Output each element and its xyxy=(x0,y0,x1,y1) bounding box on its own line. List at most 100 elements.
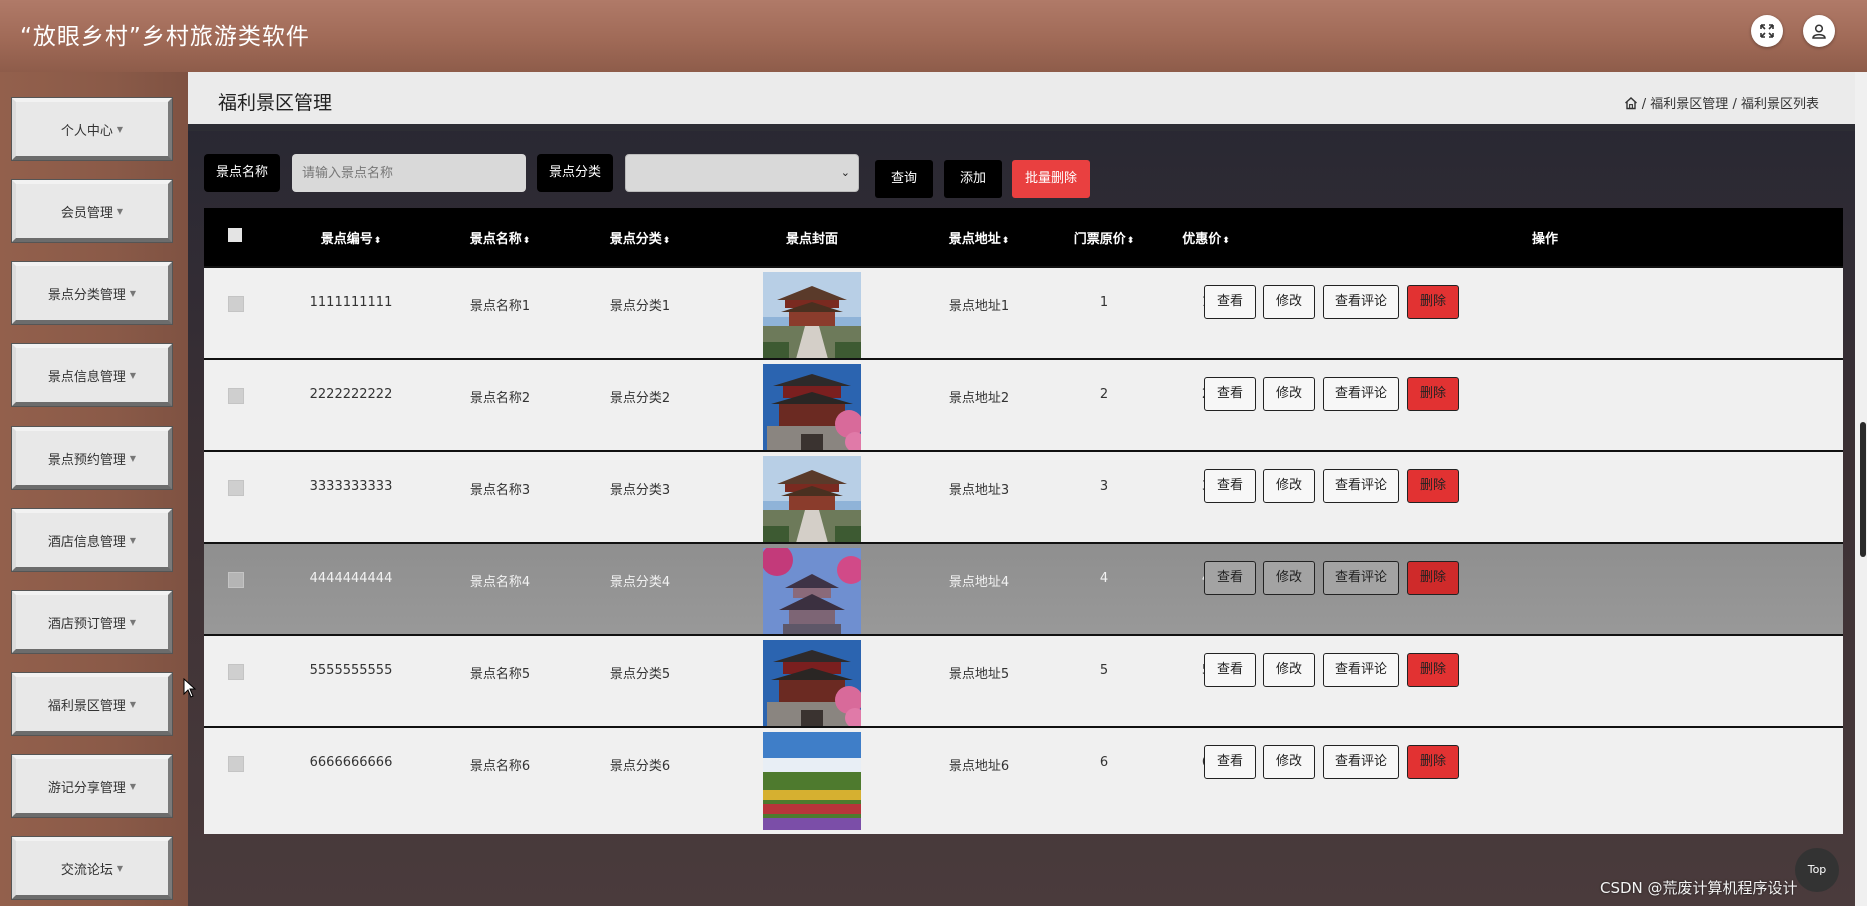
row-checkbox[interactable] xyxy=(228,664,244,680)
view-comments-button[interactable]: 查看评论 xyxy=(1323,745,1399,779)
caret-down-icon: ▼ xyxy=(129,288,137,298)
th-discount-price-label: 优惠价 xyxy=(1182,232,1222,247)
watermark-text: CSDN @荒废计算机程序设计 xyxy=(1600,879,1798,897)
scrollbar-thumb[interactable] xyxy=(1860,422,1866,557)
sidebar-item-hotel-booking[interactable]: 酒店预订管理 ▼ xyxy=(11,590,173,654)
sidebar-item-spot-categories[interactable]: 景点分类管理 ▼ xyxy=(11,261,173,325)
view-button[interactable]: 查看 xyxy=(1204,653,1256,687)
caret-down-icon: ▼ xyxy=(116,124,124,134)
th-code[interactable]: 景点编号⬍ xyxy=(321,228,382,247)
add-button[interactable]: 添加 xyxy=(944,160,1002,198)
th-category-label: 景点分类 xyxy=(609,232,662,247)
page-header: 福利景区管理 / 福利景区管理 / 福利景区列表 xyxy=(188,72,1857,131)
edit-button[interactable]: 修改 xyxy=(1263,653,1315,687)
delete-button[interactable]: 删除 xyxy=(1407,653,1459,687)
th-name[interactable]: 景点名称⬍ xyxy=(470,228,531,247)
view-comments-button[interactable]: 查看评论 xyxy=(1323,285,1399,319)
user-icon xyxy=(1812,24,1826,39)
view-button[interactable]: 查看 xyxy=(1204,561,1256,595)
table-row[interactable]: 6666666666景点名称6景点分类6景点地址666 查看修改查看评论删除 xyxy=(204,726,1843,834)
caret-down-icon: ▼ xyxy=(129,699,137,709)
sidebar: 个人中心 ▼ 会员管理 ▼ 景点分类管理 ▼ 景点信息管理 ▼ 景点预约管理 ▼ 酒店信息… xyxy=(0,72,188,906)
edit-button[interactable]: 修改 xyxy=(1263,469,1315,503)
user-menu-button[interactable] xyxy=(1803,15,1835,47)
cell-name: 景点名称3 xyxy=(469,483,531,498)
sort-icon: ⬍ xyxy=(1001,236,1010,246)
th-address[interactable]: 景点地址⬍ xyxy=(949,228,1010,247)
cell-original-price: 6 xyxy=(1099,755,1109,770)
page-scrollbar[interactable] xyxy=(1855,72,1867,906)
row-checkbox[interactable] xyxy=(228,480,244,496)
sidebar-item-spot-info[interactable]: 景点信息管理 ▼ xyxy=(11,343,173,407)
fullscreen-button[interactable] xyxy=(1751,15,1783,47)
caret-down-icon: ▼ xyxy=(129,453,137,463)
select-all-checkbox[interactable] xyxy=(228,228,242,242)
sidebar-item-label: 景点预约管理 xyxy=(47,452,126,468)
view-button[interactable]: 查看 xyxy=(1204,745,1256,779)
delete-button[interactable]: 删除 xyxy=(1407,285,1459,319)
cell-name: 景点名称5 xyxy=(469,667,531,682)
breadcrumb: / 福利景区管理 / 福利景区列表 xyxy=(1624,93,1819,112)
cell-category: 景点分类4 xyxy=(609,575,671,590)
view-comments-button[interactable]: 查看评论 xyxy=(1323,377,1399,411)
delete-button[interactable]: 删除 xyxy=(1407,745,1459,779)
spot-category-select[interactable]: ⌄ xyxy=(625,154,859,192)
top-header: “放眼乡村”乡村旅游类软件 xyxy=(0,0,1867,72)
row-checkbox[interactable] xyxy=(228,388,244,404)
edit-button[interactable]: 修改 xyxy=(1263,561,1315,595)
th-discount-price[interactable]: 优惠价⬍ xyxy=(1182,228,1230,247)
home-icon[interactable] xyxy=(1624,96,1638,110)
edit-button[interactable]: 修改 xyxy=(1263,285,1315,319)
spot-name-label: 景点名称 xyxy=(204,154,281,192)
query-button[interactable]: 查询 xyxy=(875,160,933,198)
caret-down-icon: ▼ xyxy=(129,781,137,791)
view-button[interactable]: 查看 xyxy=(1204,377,1256,411)
sidebar-item-travel-notes[interactable]: 游记分享管理 ▼ xyxy=(11,754,173,818)
th-category[interactable]: 景点分类⬍ xyxy=(610,228,671,247)
view-comments-button[interactable]: 查看评论 xyxy=(1323,653,1399,687)
cover-thumbnail[interactable] xyxy=(763,456,861,554)
cover-thumbnail[interactable] xyxy=(763,364,861,462)
row-checkbox[interactable] xyxy=(228,756,244,772)
th-cover: 景点封面 xyxy=(785,232,839,247)
cover-thumbnail[interactable] xyxy=(763,732,861,830)
view-comments-button[interactable]: 查看评论 xyxy=(1323,469,1399,503)
view-button[interactable]: 查看 xyxy=(1204,285,1256,319)
sidebar-item-welfare-spots[interactable]: 福利景区管理 ▼ xyxy=(11,672,173,736)
th-original-price[interactable]: 门票原价⬍ xyxy=(1074,228,1135,247)
sidebar-item-label: 会员管理 xyxy=(60,205,113,221)
sidebar-item-personal-center[interactable]: 个人中心 ▼ xyxy=(11,97,173,161)
cell-name: 景点名称6 xyxy=(469,759,531,774)
sidebar-item-spot-booking[interactable]: 景点预约管理 ▼ xyxy=(11,426,173,490)
cell-code: 1111111111 xyxy=(309,295,393,310)
cell-code: 4444444444 xyxy=(309,571,393,586)
cell-category: 景点分类5 xyxy=(609,667,671,682)
edit-button[interactable]: 修改 xyxy=(1263,377,1315,411)
edit-button[interactable]: 修改 xyxy=(1263,745,1315,779)
delete-button[interactable]: 删除 xyxy=(1407,561,1459,595)
delete-button[interactable]: 删除 xyxy=(1407,469,1459,503)
sort-icon: ⬍ xyxy=(662,236,671,246)
cell-name: 景点名称4 xyxy=(469,575,531,590)
breadcrumb-level1[interactable]: 福利景区管理 xyxy=(1650,97,1728,112)
table-header: 景点编号⬍ 景点名称⬍ 景点分类⬍ 景点封面 景点地址⬍ 门票原价⬍ 优惠价⬍ … xyxy=(204,208,1843,266)
cover-thumbnail[interactable] xyxy=(763,548,861,646)
batch-delete-button[interactable]: 批量删除 xyxy=(1012,160,1090,198)
sidebar-item-members[interactable]: 会员管理 ▼ xyxy=(11,179,173,243)
cell-address: 景点地址2 xyxy=(948,391,1010,406)
row-checkbox[interactable] xyxy=(228,572,244,588)
delete-button[interactable]: 删除 xyxy=(1407,377,1459,411)
back-to-top-button[interactable]: Top xyxy=(1795,848,1839,892)
sidebar-item-hotel-info[interactable]: 酒店信息管理 ▼ xyxy=(11,508,173,572)
cover-thumbnail[interactable] xyxy=(763,640,861,738)
th-original-price-label: 门票原价 xyxy=(1073,232,1126,247)
cover-thumbnail[interactable] xyxy=(763,272,861,370)
sidebar-item-forum[interactable]: 交流论坛 ▼ xyxy=(11,836,173,900)
view-comments-button[interactable]: 查看评论 xyxy=(1323,561,1399,595)
page-title: 福利景区管理 xyxy=(218,92,333,114)
row-checkbox[interactable] xyxy=(228,296,244,312)
spot-name-input[interactable] xyxy=(292,154,526,192)
cell-address: 景点地址1 xyxy=(948,299,1010,314)
th-code-label: 景点编号 xyxy=(320,232,373,247)
view-button[interactable]: 查看 xyxy=(1204,469,1256,503)
